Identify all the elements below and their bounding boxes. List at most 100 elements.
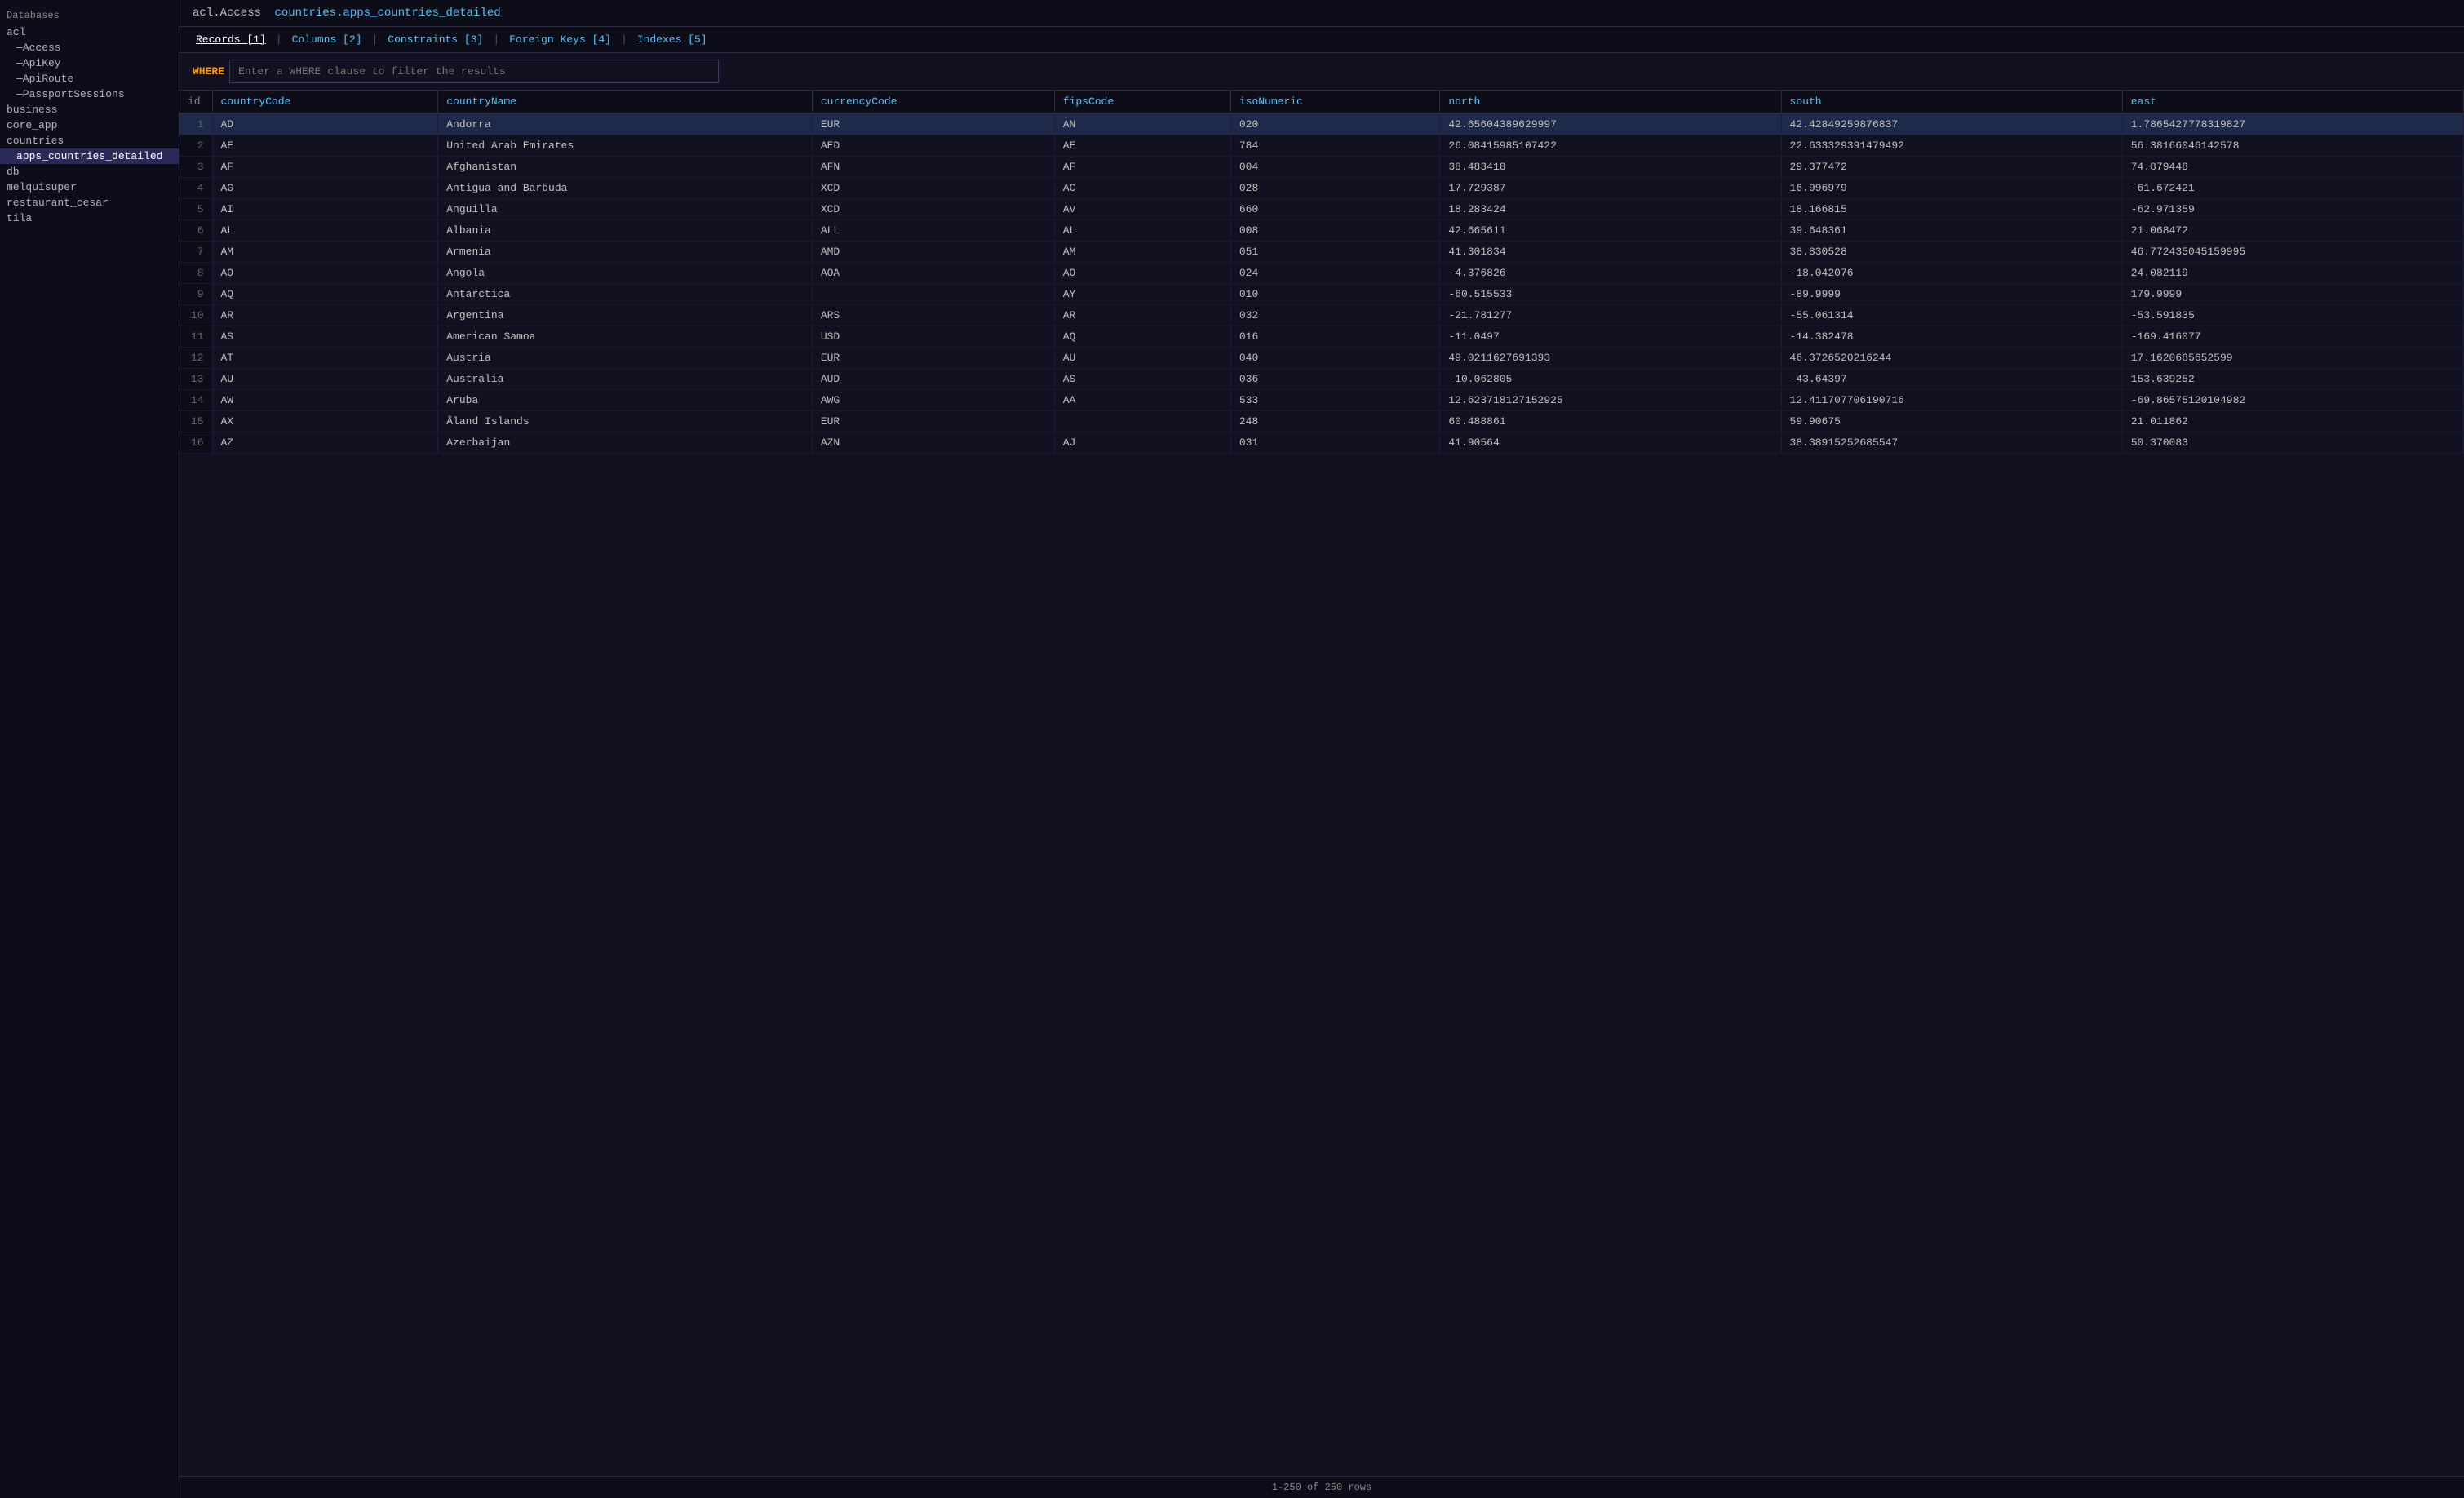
cell-fipsCode: AU xyxy=(1054,348,1230,369)
table-row[interactable]: 9AQAntarcticaAY010-60.515533-89.9999179.… xyxy=(179,284,2464,305)
cell-countryName: Angola xyxy=(438,263,813,284)
cell-north: 49.0211627691393 xyxy=(1440,348,1781,369)
col-header-north[interactable]: north xyxy=(1440,91,1781,113)
col-header-isoNumeric[interactable]: isoNumeric xyxy=(1230,91,1440,113)
cell-id: 11 xyxy=(179,326,212,348)
cell-isoNumeric: 032 xyxy=(1230,305,1440,326)
col-header-fipsCode[interactable]: fipsCode xyxy=(1054,91,1230,113)
cell-currencyCode: AWG xyxy=(812,390,1054,411)
col-header-south[interactable]: south xyxy=(1781,91,2122,113)
cell-currencyCode: USD xyxy=(812,326,1054,348)
cell-countryCode: AU xyxy=(212,369,438,390)
tab-records[interactable]: Records [1] xyxy=(193,32,269,47)
sidebar-item-core_app[interactable]: core_app xyxy=(0,117,179,133)
cell-id: 1 xyxy=(179,113,212,135)
cell-id: 12 xyxy=(179,348,212,369)
cell-currencyCode: EUR xyxy=(812,411,1054,432)
table-row[interactable]: 2AEUnited Arab EmiratesAEDAE78426.084159… xyxy=(179,135,2464,157)
table-row[interactable]: 8AOAngolaAOAAO024-4.376826-18.04207624.0… xyxy=(179,263,2464,284)
table-row[interactable]: 16AZAzerbaijanAZNAJ03141.9056438.3891525… xyxy=(179,432,2464,454)
col-header-east[interactable]: east xyxy=(2122,91,2463,113)
cell-isoNumeric: 051 xyxy=(1230,242,1440,263)
cell-north: 42.65604389629997 xyxy=(1440,113,1781,135)
cell-countryCode: AI xyxy=(212,199,438,220)
table-row[interactable]: 7AMArmeniaAMDAM05141.30183438.83052846.7… xyxy=(179,242,2464,263)
table-row[interactable]: 11ASAmerican SamoaUSDAQ016-11.0497-14.38… xyxy=(179,326,2464,348)
cell-east: -62.971359 xyxy=(2122,199,2463,220)
sidebar-item-tila[interactable]: tila xyxy=(0,211,179,226)
table-row[interactable]: 10ARArgentinaARSAR032-21.781277-55.06131… xyxy=(179,305,2464,326)
cell-north: 38.483418 xyxy=(1440,157,1781,178)
table-body: 1ADAndorraEURAN02042.6560438962999742.42… xyxy=(179,113,2464,454)
table-row[interactable]: 12ATAustriaEURAU04049.021162769139346.37… xyxy=(179,348,2464,369)
table-row[interactable]: 4AGAntigua and BarbudaXCDAC02817.7293871… xyxy=(179,178,2464,199)
cell-east: 56.38166046142578 xyxy=(2122,135,2463,157)
where-keyword: WHERE xyxy=(193,65,224,78)
cell-north: 26.08415985107422 xyxy=(1440,135,1781,157)
table-row[interactable]: 13AUAustraliaAUDAS036-10.062805-43.64397… xyxy=(179,369,2464,390)
cell-east: -69.86575120104982 xyxy=(2122,390,2463,411)
cell-countryCode: AE xyxy=(212,135,438,157)
table-row[interactable]: 15AXÅland IslandsEUR24860.48886159.90675… xyxy=(179,411,2464,432)
cell-east: 74.879448 xyxy=(2122,157,2463,178)
col-header-countryCode[interactable]: countryCode xyxy=(212,91,438,113)
tab-separator: | xyxy=(621,33,627,46)
cell-countryName: Andorra xyxy=(438,113,813,135)
cell-south: 38.38915252685547 xyxy=(1781,432,2122,454)
data-table: idcountryCodecountryNamecurrencyCodefips… xyxy=(179,91,2464,454)
cell-fipsCode: AS xyxy=(1054,369,1230,390)
cell-id: 14 xyxy=(179,390,212,411)
table-row[interactable]: 3AFAfghanistanAFNAF00438.48341829.377472… xyxy=(179,157,2464,178)
cell-currencyCode: ALL xyxy=(812,220,1054,242)
cell-isoNumeric: 248 xyxy=(1230,411,1440,432)
cell-id: 9 xyxy=(179,284,212,305)
col-header-currencyCode[interactable]: currencyCode xyxy=(812,91,1054,113)
sidebar-item-acl-access[interactable]: —Access xyxy=(0,40,179,55)
cell-countryName: Australia xyxy=(438,369,813,390)
sidebar-item-restaurant-cesar[interactable]: restaurant_cesar xyxy=(0,195,179,211)
filter-input[interactable] xyxy=(229,60,719,83)
sidebar-item-db[interactable]: db xyxy=(0,164,179,179)
cell-countryName: Azerbaijan xyxy=(438,432,813,454)
cell-north: 17.729387 xyxy=(1440,178,1781,199)
col-header-id[interactable]: id xyxy=(179,91,212,113)
cell-north: 41.90564 xyxy=(1440,432,1781,454)
cell-countryCode: AR xyxy=(212,305,438,326)
cell-south: 29.377472 xyxy=(1781,157,2122,178)
cell-id: 5 xyxy=(179,199,212,220)
cell-north: 12.623718127152925 xyxy=(1440,390,1781,411)
sidebar-item-apps-countries-detailed[interactable]: apps_countries_detailed xyxy=(0,148,179,164)
cell-countryCode: AS xyxy=(212,326,438,348)
table-row[interactable]: 6ALAlbaniaALLAL00842.66561139.64836121.0… xyxy=(179,220,2464,242)
col-header-countryName[interactable]: countryName xyxy=(438,91,813,113)
sidebar-item-countries[interactable]: countries xyxy=(0,133,179,148)
cell-currencyCode: XCD xyxy=(812,199,1054,220)
cell-currencyCode: EUR xyxy=(812,348,1054,369)
tab-columns[interactable]: Columns [2] xyxy=(289,32,366,47)
tab-constraints[interactable]: Constraints [3] xyxy=(384,32,486,47)
table-row[interactable]: 14AWArubaAWGAA53312.62371812715292512.41… xyxy=(179,390,2464,411)
tab-foreignkeys[interactable]: Foreign Keys [4] xyxy=(506,32,614,47)
cell-countryCode: AO xyxy=(212,263,438,284)
cell-currencyCode: AFN xyxy=(812,157,1054,178)
cell-isoNumeric: 533 xyxy=(1230,390,1440,411)
sidebar-item-acl-apiroute[interactable]: —ApiRoute xyxy=(0,71,179,86)
cell-north: -11.0497 xyxy=(1440,326,1781,348)
table-container: idcountryCodecountryNamecurrencyCodefips… xyxy=(179,91,2464,1476)
cell-isoNumeric: 028 xyxy=(1230,178,1440,199)
tab-indexes[interactable]: Indexes [5] xyxy=(634,32,711,47)
cell-east: 50.370083 xyxy=(2122,432,2463,454)
cell-isoNumeric: 784 xyxy=(1230,135,1440,157)
sidebar-item-acl-passportsessions[interactable]: —PassportSessions xyxy=(0,86,179,102)
sidebar-item-acl-apikey[interactable]: —ApiKey xyxy=(0,55,179,71)
cell-fipsCode: AV xyxy=(1054,199,1230,220)
cell-countryCode: AX xyxy=(212,411,438,432)
table-row[interactable]: 1ADAndorraEURAN02042.6560438962999742.42… xyxy=(179,113,2464,135)
cell-fipsCode: AE xyxy=(1054,135,1230,157)
sidebar-item-melquisuper[interactable]: melquisuper xyxy=(0,179,179,195)
cell-fipsCode: AO xyxy=(1054,263,1230,284)
table-row[interactable]: 5AIAnguillaXCDAV66018.28342418.166815-62… xyxy=(179,199,2464,220)
cell-id: 3 xyxy=(179,157,212,178)
sidebar-item-business[interactable]: business xyxy=(0,102,179,117)
sidebar-item-acl[interactable]: acl xyxy=(0,24,179,40)
